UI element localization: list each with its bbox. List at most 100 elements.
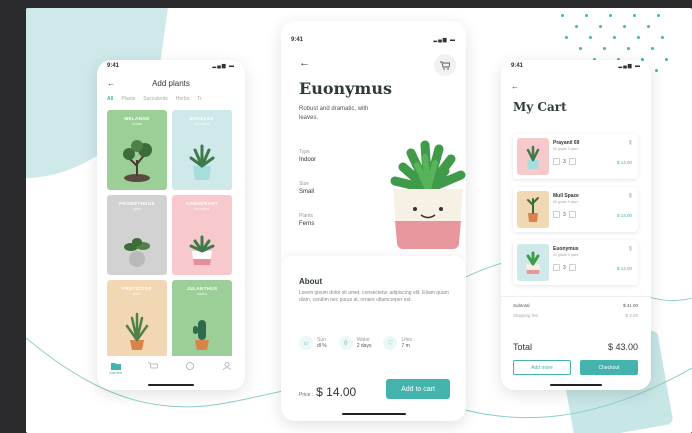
plant-type: cactus xyxy=(196,292,208,296)
spec-plants: Plants Ferns xyxy=(299,213,314,227)
item-name: Euonymus xyxy=(553,246,579,252)
spec-value: Small xyxy=(299,189,315,195)
plant-card[interactable]: PROMETHEUS plant xyxy=(107,195,167,275)
increment-button[interactable] xyxy=(568,264,576,271)
home-indicator xyxy=(341,413,406,415)
increment-button[interactable] xyxy=(568,158,576,165)
item-thumbnail xyxy=(517,191,549,228)
home-indicator xyxy=(550,384,602,386)
folder-icon xyxy=(110,363,121,370)
category-tab-succulents[interactable]: Succulents xyxy=(143,96,167,102)
price-display: Price : $ 14.00 xyxy=(299,385,356,399)
trash-icon[interactable]: ▮ xyxy=(629,139,632,146)
spec-value: Ferns xyxy=(299,221,315,227)
shipping-value: $ 2.00 xyxy=(625,313,638,318)
user-icon xyxy=(222,362,231,370)
leafy-plant-icon xyxy=(124,238,150,267)
cactus-plant-icon xyxy=(193,320,209,350)
trash-icon[interactable]: ▮ xyxy=(629,245,632,252)
item-price: $ 14.00 xyxy=(616,160,632,165)
about-text: Lorem ipsum dolor sit amet, consectetur … xyxy=(299,290,449,303)
status-time: 9:41 xyxy=(107,63,120,69)
cart-actions: Add more Checkout xyxy=(513,360,638,375)
feature-water: ◊ Water 2 days xyxy=(338,336,371,350)
total-label: Total xyxy=(513,342,533,352)
order-summary: Subtotal $ 41.00 Shipping fee $ 2.00 Total… xyxy=(501,296,651,390)
header: ← Add plants xyxy=(97,72,245,94)
back-arrow-icon[interactable]: ← xyxy=(299,57,310,69)
quantity-stepper: 3 xyxy=(553,158,576,165)
item-quantity: 3 xyxy=(563,211,566,218)
cart-icon xyxy=(440,61,450,70)
feature-sun: ☼ Sun dl % xyxy=(299,336,327,350)
spec-type: Type Indoor xyxy=(299,149,316,163)
decrement-button[interactable] xyxy=(553,264,560,271)
cart-item[interactable]: Euonymus 50 grade 9 plant 3 $ 14.00 ▮ xyxy=(513,240,638,285)
cart-item[interactable]: Mull Spaze 50 grade 9 plant 3 $ 14.00 ▮ xyxy=(513,187,638,232)
shipping-row: Shipping fee $ 2.00 xyxy=(513,313,638,318)
plant-card[interactable]: EXCELSA succulent xyxy=(172,110,232,190)
plant-name: JULANTHUS xyxy=(186,286,218,291)
quantity-stepper: 3 xyxy=(553,211,576,218)
plant-list-screen: 9:41 ▂▄▆ ▬ ← Add plants All Plants Succu… xyxy=(97,60,245,390)
plant-name: EXCELSA xyxy=(189,116,215,121)
category-tab-herbs[interactable]: Herbs xyxy=(176,96,189,102)
back-arrow-icon[interactable]: ← xyxy=(511,82,519,91)
feature-value: 7 m xyxy=(401,343,410,349)
tab-explore[interactable] xyxy=(178,362,202,370)
trash-icon[interactable]: ▮ xyxy=(629,192,632,199)
plant-title: Euonymus xyxy=(299,79,392,98)
add-to-cart-button[interactable]: Add to cart xyxy=(386,379,450,399)
showcase-canvas: 9:41 ▂▄▆ ▬ ← Add plants All Plants Succu… xyxy=(26,8,692,433)
item-price: $ 14.00 xyxy=(616,213,632,218)
page-title: Add plants xyxy=(152,78,190,88)
tab-garden[interactable]: Garden xyxy=(104,362,128,375)
category-tab-more[interactable]: Tr xyxy=(197,96,202,102)
tab-cart[interactable] xyxy=(141,362,165,370)
cart-screen: 9:41 ▂▄▆ ▬ ← My Cart Prayanil 69 50 grad… xyxy=(501,60,651,390)
bonsai-plant-icon xyxy=(123,140,152,182)
shipping-label: Shipping fee xyxy=(513,313,539,318)
subtotal-label: Subtotal xyxy=(513,303,530,308)
item-price: $ 14.00 xyxy=(616,266,632,271)
cart-item[interactable]: Prayanil 69 50 grade 9 plant 3 $ 14.00 ▮ xyxy=(513,134,638,179)
status-bar: 9:41 ▂▄▆ ▬ xyxy=(501,60,651,72)
decrement-button[interactable] xyxy=(553,211,560,218)
tab-profile[interactable] xyxy=(215,362,239,370)
category-tab-all[interactable]: All xyxy=(107,96,113,102)
plant-card[interactable]: FRUTICOSA plant xyxy=(107,280,167,360)
plant-card[interactable]: MELANGE bonsai xyxy=(107,110,167,190)
plant-name: PROMETHEUS xyxy=(119,201,155,206)
plant-type: plant xyxy=(133,292,141,296)
plant-type: bonsai xyxy=(131,122,143,126)
quantity-stepper: 3 xyxy=(553,264,576,271)
aloe-plant-icon xyxy=(125,312,149,350)
item-subtitle: 50 grade 9 plant xyxy=(553,200,579,204)
signal-battery-icon: ▂▄▆ ▬ xyxy=(212,63,235,69)
spec-label: Type xyxy=(299,149,310,155)
item-subtitle: 50 grade 9 plant xyxy=(553,253,579,257)
page-title: My Cart xyxy=(513,100,567,114)
status-bar: 9:41 ▂▄▆ ▬ xyxy=(97,60,245,72)
total-value: $ 43.00 xyxy=(607,342,638,352)
checkout-button[interactable]: Checkout xyxy=(580,360,638,375)
succulent-thumb-icon xyxy=(526,145,540,169)
item-name: Prayanil 69 xyxy=(553,140,580,146)
plant-card[interactable]: CANVERANT succulent xyxy=(172,195,232,275)
add-more-button[interactable]: Add more xyxy=(513,360,571,375)
plant-card[interactable]: JULANTHUS cactus xyxy=(172,280,232,360)
status-time: 9:41 xyxy=(511,63,524,69)
plant-thumb-icon xyxy=(527,197,539,222)
increment-button[interactable] xyxy=(568,211,576,218)
euonymus-thumb-icon xyxy=(526,251,540,274)
category-tabs: All Plants Succulents Herbs Tr xyxy=(97,94,245,104)
spec-value: Indoor xyxy=(299,157,317,163)
cart-button[interactable] xyxy=(434,54,456,76)
category-tab-plants[interactable]: Plants xyxy=(121,96,135,102)
plant-description: Robust and dramatic, with leaves. xyxy=(299,106,369,121)
spec-label: Plants xyxy=(299,213,313,219)
back-arrow-icon[interactable]: ← xyxy=(107,79,121,88)
subtotal-value: $ 41.00 xyxy=(622,303,638,308)
decrement-button[interactable] xyxy=(553,158,560,165)
plant-grid: MELANGE bonsai EXCELSA succulent PROMETH… xyxy=(97,104,245,366)
